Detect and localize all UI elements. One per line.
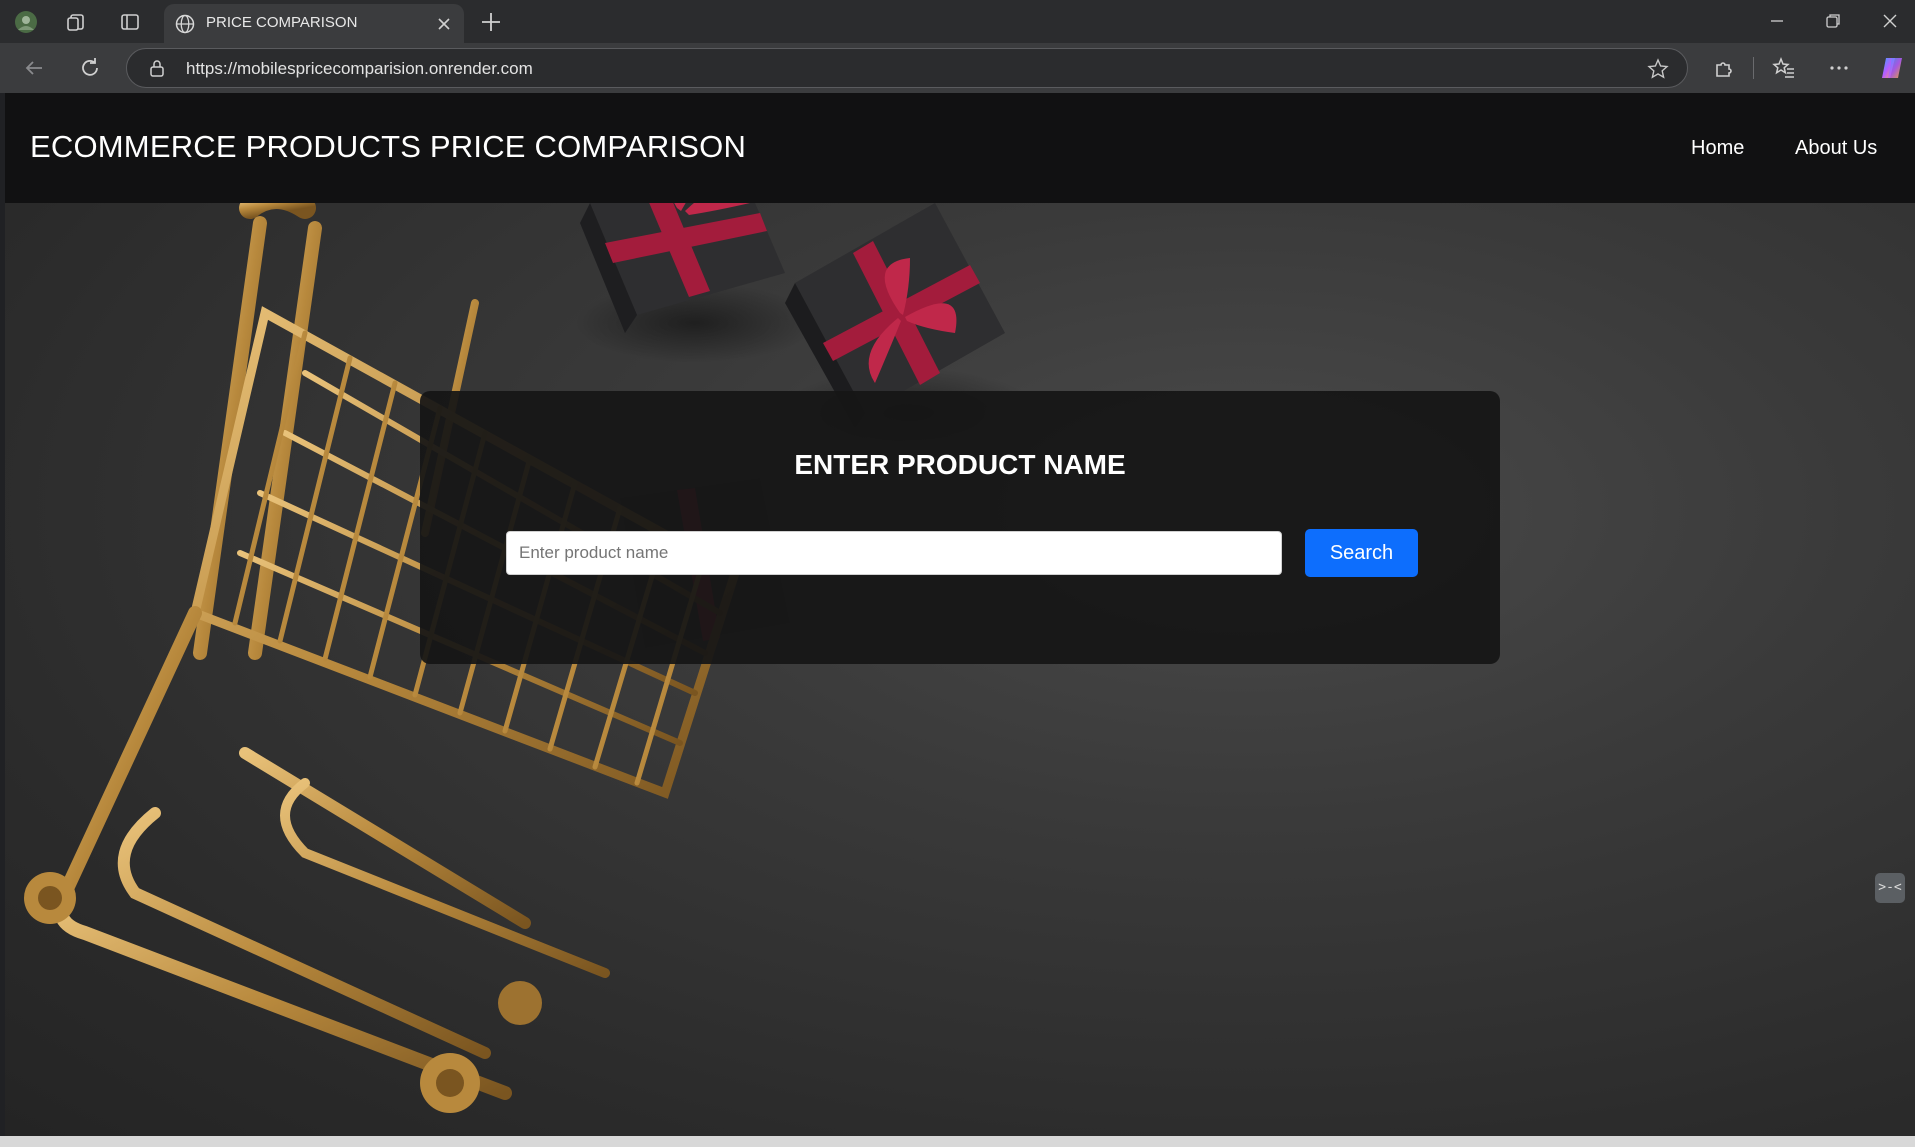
side-panel-toggle-icon[interactable]: >-< (1875, 873, 1905, 903)
new-tab-icon[interactable] (478, 9, 504, 35)
product-search-input[interactable] (506, 531, 1282, 575)
site-brand[interactable]: ECOMMERCE PRODUCTS PRICE COMPARISON (30, 129, 746, 165)
favorite-star-icon[interactable] (1647, 58, 1669, 80)
back-icon[interactable] (22, 56, 46, 80)
active-tab[interactable]: PRICE COMPARISON (164, 4, 464, 43)
tab-actions-icon[interactable] (118, 10, 142, 34)
close-tab-icon[interactable] (436, 16, 452, 32)
toolbar-separator (1753, 57, 1754, 79)
favorites-icon[interactable] (1772, 56, 1796, 80)
url-text[interactable]: https://mobilespricecomparision.onrender… (186, 59, 533, 79)
restore-icon[interactable] (1824, 12, 1842, 30)
reload-icon[interactable] (78, 56, 102, 80)
cart-wheels (24, 872, 542, 1113)
site-header: ECOMMERCE PRODUCTS PRICE COMPARISON Home… (5, 93, 1915, 203)
more-icon[interactable] (1827, 56, 1851, 80)
tab-title: PRICE COMPARISON (206, 14, 358, 31)
nav-home-link[interactable]: Home (1691, 137, 1744, 160)
window-bottom-edge (0, 1136, 1915, 1147)
lock-icon[interactable] (149, 59, 165, 77)
collections-icon[interactable] (65, 10, 89, 34)
address-bar: https://mobilespricecomparision.onrender… (0, 43, 1915, 93)
minimize-icon[interactable] (1768, 12, 1786, 30)
extensions-icon[interactable] (1712, 56, 1736, 80)
page-viewport: ECOMMERCE PRODUCTS PRICE COMPARISON Home… (5, 93, 1915, 1136)
copilot-icon[interactable] (1878, 54, 1906, 82)
globe-icon (175, 14, 195, 34)
omnibox[interactable]: https://mobilespricecomparision.onrender… (126, 48, 1688, 88)
search-heading: ENTER PRODUCT NAME (794, 449, 1126, 480)
close-window-icon[interactable] (1881, 12, 1899, 30)
nav-about-us-link[interactable]: About Us (1795, 137, 1877, 160)
profile-icon[interactable] (14, 10, 38, 34)
search-card: ENTER PRODUCT NAME Search (420, 391, 1500, 664)
browser-tab-bar: PRICE COMPARISON (0, 0, 1915, 43)
search-button[interactable]: Search (1305, 529, 1418, 577)
